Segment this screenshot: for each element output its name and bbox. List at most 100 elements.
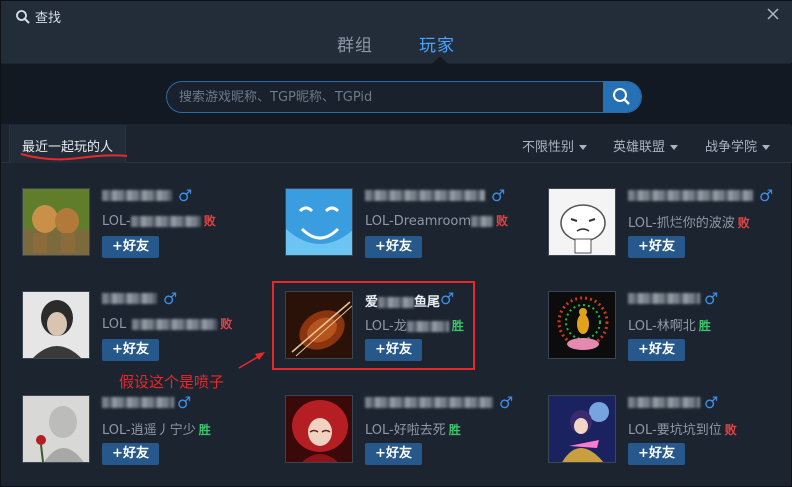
result-badge: 败 — [496, 214, 509, 228]
avatar[interactable] — [285, 188, 353, 256]
game-nickname: 逍遥丿宁少 — [130, 423, 196, 438]
player-name — [628, 291, 700, 306]
male-icon: ♂ — [704, 289, 719, 308]
player-name — [102, 188, 172, 203]
server-dropdown[interactable]: 战争学院 — [705, 136, 771, 155]
avatar[interactable] — [22, 291, 90, 359]
chevron-down-icon — [762, 145, 771, 150]
find-window: 查找 群组 玩家 最近一起玩的人 不限性别 英雄联盟 战争学院 — [0, 0, 792, 487]
add-friend-button[interactable]: +好友 — [102, 443, 159, 465]
titlebar: 查找 群组 玩家 — [1, 1, 792, 64]
player-name — [628, 188, 753, 203]
player-name — [628, 395, 700, 410]
blurred-name — [102, 397, 174, 408]
game-dropdown[interactable]: 英雄联盟 — [613, 136, 679, 155]
player-name — [102, 291, 157, 306]
search-icon — [16, 10, 30, 24]
avatar[interactable] — [22, 395, 90, 463]
player-card: ♂ LOL-要坑坑到位败 +好友 — [548, 393, 792, 475]
game-prefix: LOL- — [365, 423, 394, 438]
game-dropdown-label: 英雄联盟 — [613, 140, 666, 155]
blurred-name — [365, 397, 493, 408]
blurred-name — [102, 293, 157, 304]
player-card: ♂ LOL-好啦去死胜 +好友 — [285, 393, 535, 475]
male-icon: ♂ — [491, 186, 506, 205]
player-sub: LOL-抓烂你的波波败 — [628, 212, 750, 231]
search-button[interactable] — [603, 82, 641, 112]
male-icon: ♂ — [177, 393, 192, 412]
game-nickname: 抓烂你的波波 — [656, 216, 735, 231]
player-sub: LOL-要坑坑到位败 — [628, 419, 737, 438]
player-name — [102, 395, 174, 410]
blurred-name — [628, 293, 700, 304]
avatar[interactable] — [22, 188, 90, 256]
result-badge: 胜 — [448, 423, 461, 437]
player-name — [365, 188, 485, 203]
male-icon: ♂ — [178, 186, 193, 205]
active-tab-indicator — [432, 56, 448, 64]
chevron-down-icon — [579, 145, 588, 150]
result-badge: 败 — [724, 423, 737, 437]
add-friend-button[interactable]: +好友 — [628, 443, 685, 465]
highlight-box-annotation — [272, 281, 475, 370]
game-prefix: LOL — [102, 317, 127, 332]
game-prefix: LOL- — [102, 214, 131, 229]
game-prefix: LOL- — [628, 319, 657, 334]
blurred-name — [365, 190, 485, 201]
male-icon: ♂ — [499, 393, 514, 412]
annotation-text: 假设这个是喷子 — [119, 373, 225, 391]
player-card: ♂ LOL-Dreamroom 败 +好友 — [285, 186, 535, 268]
gender-dropdown-label: 不限性别 — [522, 140, 575, 155]
game-prefix: LOL- — [628, 216, 657, 231]
player-card: ♂ LOL-抓烂你的波波败 +好友 — [548, 186, 792, 268]
avatar[interactable] — [548, 188, 616, 256]
player-card: ♂ LOL 败 +好友 — [22, 289, 272, 371]
result-badge: 败 — [737, 216, 750, 230]
add-friend-button[interactable]: +好友 — [365, 236, 422, 258]
blurred-name — [102, 190, 172, 201]
search-input[interactable] — [179, 82, 599, 112]
avatar[interactable] — [548, 395, 616, 463]
add-friend-button[interactable]: +好友 — [365, 443, 422, 465]
result-badge: 胜 — [698, 319, 711, 333]
game-nickname: Dreamroom — [393, 214, 472, 229]
add-friend-button[interactable]: +好友 — [628, 236, 685, 258]
player-sub: LOL-好啦去死胜 — [365, 419, 461, 438]
tab-players[interactable]: 玩家 — [419, 31, 455, 56]
result-badge: 败 — [203, 214, 216, 228]
search-icon — [613, 88, 630, 105]
add-friend-button[interactable]: +好友 — [102, 339, 159, 361]
search-box — [166, 81, 642, 113]
male-icon: ♂ — [759, 186, 774, 205]
server-dropdown-label: 战争学院 — [705, 140, 758, 155]
blurred-name — [628, 190, 753, 201]
player-sub: LOL-林啊北胜 — [628, 315, 711, 334]
add-friend-button[interactable]: +好友 — [102, 236, 159, 258]
player-card: ♂ LOL-逍遥丿宁少胜 +好友 — [22, 393, 272, 475]
male-icon: ♂ — [163, 289, 178, 308]
result-badge: 胜 — [198, 423, 211, 437]
gender-dropdown[interactable]: 不限性别 — [522, 136, 588, 155]
player-sub: LOL 败 — [102, 315, 232, 332]
player-name — [365, 395, 493, 410]
avatar[interactable] — [548, 291, 616, 359]
game-nickname: 林啊北 — [656, 319, 696, 334]
player-card: ♂ LOL-林啊北胜 +好友 — [548, 289, 792, 371]
result-badge: 败 — [220, 317, 233, 331]
blurred-text — [130, 216, 201, 227]
blurred-name — [628, 397, 700, 408]
player-sub: LOL-逍遥丿宁少胜 — [102, 419, 211, 438]
avatar[interactable] — [285, 395, 353, 463]
chevron-down-icon — [670, 145, 679, 150]
tab-groups[interactable]: 群组 — [337, 31, 373, 56]
player-sub: LOL-Dreamroom 败 — [365, 212, 508, 229]
game-nickname: 要坑坑到位 — [656, 423, 722, 438]
blurred-text — [132, 319, 218, 330]
game-prefix: LOL- — [365, 214, 394, 229]
game-nickname: 好啦去死 — [393, 423, 446, 438]
close-icon[interactable] — [765, 6, 781, 22]
red-underline-annotation — [20, 153, 128, 161]
game-prefix: LOL- — [628, 423, 657, 438]
add-friend-button[interactable]: +好友 — [628, 339, 685, 361]
male-icon: ♂ — [704, 393, 719, 412]
